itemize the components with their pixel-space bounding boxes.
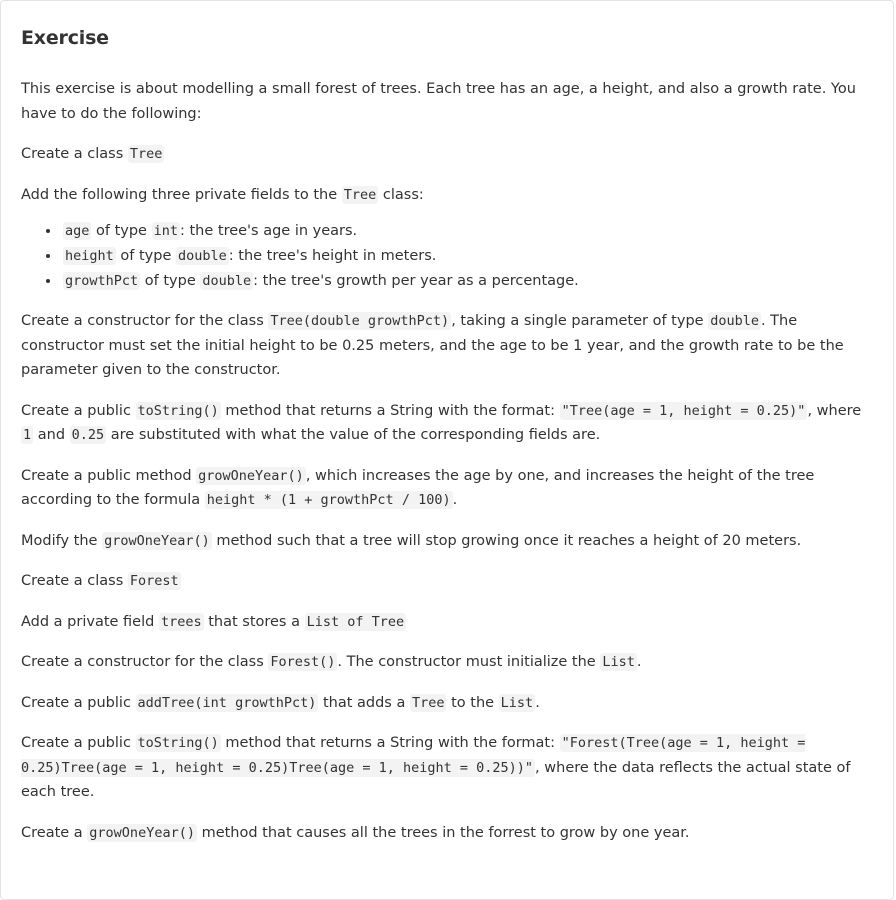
code-one: 1	[21, 426, 34, 444]
step-tree-tostring: Create a public toString() method that r…	[21, 401, 862, 444]
code-list: List	[498, 693, 536, 712]
code-int: int	[151, 222, 180, 240]
code-growthpct: growthPct	[63, 272, 141, 290]
list-item: growthPct of type double: the tree's gro…	[61, 269, 873, 294]
step-grow-one-year: Create a public method growOneYear(), wh…	[21, 466, 815, 509]
code-growoneyear: growOneYear()	[87, 823, 197, 842]
code-tostring: toString()	[135, 401, 221, 420]
code-double: double	[175, 247, 229, 265]
code-double: double	[708, 312, 761, 330]
code-tree-constructor: Tree(double growthPct)	[268, 312, 452, 330]
step-add-fields: Add the following three private fields t…	[21, 185, 424, 204]
step-forest-tostring: Create a public toString() method that r…	[21, 734, 851, 800]
fields-list: age of type int: the tree's age in years…	[21, 219, 873, 294]
step-forest-constructor: Create a constructor for the class Fores…	[21, 653, 642, 671]
code-quarter: 0.25	[69, 426, 107, 444]
intro-paragraph: This exercise is about modelling a small…	[21, 81, 856, 122]
code-formula: height * (1 + growthPct / 100)	[204, 491, 453, 509]
code-list: List	[600, 653, 637, 671]
step-add-tree: Create a public addTree(int growthPct) t…	[21, 693, 540, 712]
code-tree: Tree	[127, 145, 165, 163]
code-forest: Forest	[127, 572, 181, 590]
code-addtree: addTree(int growthPct)	[135, 693, 319, 712]
step-tree-constructor: Create a constructor for the class Tree(…	[21, 312, 844, 378]
code-trees: trees	[158, 612, 204, 631]
code-list-of-tree: List of Tree	[304, 612, 407, 631]
list-item: height of type double: the tree's height…	[61, 244, 873, 269]
code-tree: Tree	[341, 185, 379, 204]
step-create-forest: Create a class Forest	[21, 572, 181, 590]
code-forest-constructor: Forest()	[268, 653, 338, 671]
step-modify-grow: Modify the growOneYear() method such tha…	[21, 531, 802, 550]
code-tree-format: "Tree(age = 1, height = 0.25)"	[559, 401, 808, 420]
code-growoneyear: growOneYear()	[102, 531, 212, 550]
code-tostring: toString()	[135, 734, 221, 752]
code-tree: Tree	[409, 693, 447, 712]
step-create-tree: Create a class Tree	[21, 145, 165, 163]
exercise-card: Exercise This exercise is about modellin…	[0, 0, 894, 900]
code-double: double	[200, 272, 254, 290]
step-trees-field: Add a private field trees that stores a …	[21, 612, 407, 631]
code-growoneyear: growOneYear()	[196, 466, 306, 485]
step-forest-grow: Create a growOneYear() method that cause…	[21, 823, 690, 842]
code-age: age	[63, 222, 92, 240]
code-height: height	[63, 247, 116, 265]
list-item: age of type int: the tree's age in years…	[61, 219, 873, 244]
page-title: Exercise	[21, 27, 109, 49]
